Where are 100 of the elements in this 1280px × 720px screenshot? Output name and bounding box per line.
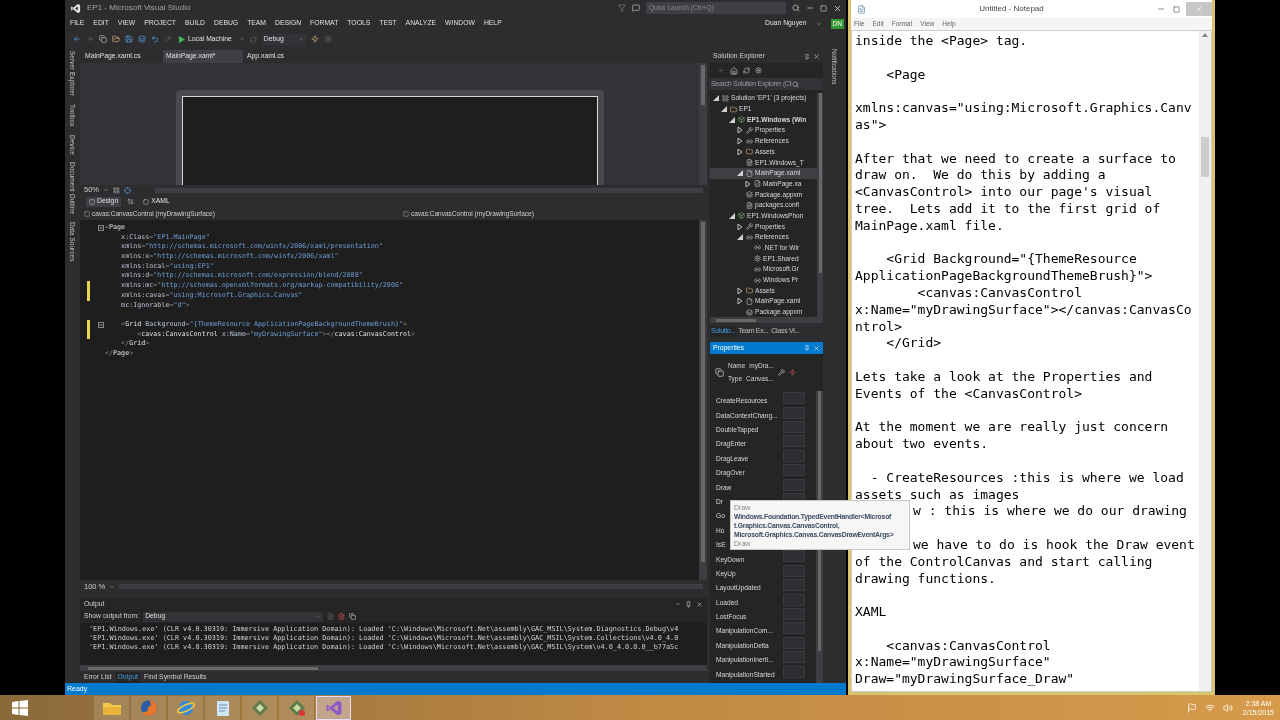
close-icon[interactable] — [813, 53, 820, 60]
event-handler-field[interactable] — [783, 579, 805, 592]
code-file-icon — [754, 180, 761, 188]
snap-icon[interactable] — [124, 186, 131, 194]
caret-icon[interactable] — [675, 601, 681, 607]
event-handler-field[interactable] — [783, 392, 805, 405]
taskbar-button[interactable] — [242, 695, 277, 720]
refresh-icon[interactable] — [249, 35, 257, 43]
event-handler-field[interactable] — [783, 622, 805, 635]
scrollbar-thumb[interactable] — [88, 666, 318, 670]
feedback-icon[interactable] — [632, 4, 640, 12]
event-handler-field[interactable] — [783, 636, 805, 649]
taskbar-button[interactable] — [94, 695, 129, 720]
caret-icon[interactable] — [297, 36, 304, 42]
toolbar-icon[interactable] — [327, 613, 335, 620]
event-handler-field[interactable] — [783, 665, 805, 678]
event-handler-field[interactable] — [783, 420, 805, 433]
back-icon[interactable] — [718, 67, 725, 74]
event-handler-field[interactable] — [783, 651, 805, 664]
text-line: about two events. — [855, 436, 989, 453]
network-icon[interactable] — [1204, 702, 1215, 713]
expanded-triangle-icon[interactable] — [737, 170, 743, 177]
word-wrap-icon[interactable] — [349, 613, 357, 620]
collapsed-triangle-icon[interactable] — [745, 180, 751, 187]
collapsed-triangle-icon[interactable] — [737, 127, 743, 134]
clear-all-icon[interactable] — [338, 613, 346, 620]
expanded-triangle-icon[interactable] — [721, 106, 727, 113]
close-icon[interactable] — [696, 600, 703, 608]
filter-icon[interactable] — [618, 4, 626, 12]
properties-icon[interactable] — [777, 369, 785, 376]
caret-icon[interactable] — [315, 613, 322, 620]
text-line: - CreateResources :this is where we load — [869, 469, 1184, 487]
event-handler-field[interactable] — [783, 449, 805, 462]
scrollbar-thumb[interactable] — [818, 93, 822, 273]
pin-icon[interactable] — [804, 53, 810, 60]
scroll-up-icon[interactable] — [1202, 33, 1208, 37]
sync-icon[interactable] — [743, 67, 750, 74]
pin-icon[interactable] — [685, 600, 692, 608]
back-icon[interactable] — [73, 35, 81, 43]
text-line: XAML — [855, 604, 887, 621]
taskbar-button[interactable] — [316, 695, 351, 720]
maximize-icon[interactable] — [1173, 5, 1180, 13]
caret-icon[interactable] — [238, 36, 245, 42]
event-handler-field[interactable] — [783, 478, 805, 491]
scrollbar-thumb[interactable] — [701, 65, 705, 105]
open-folder-icon[interactable] — [112, 35, 120, 43]
folder-icon — [730, 105, 737, 113]
scrollbar-thumb[interactable] — [1201, 137, 1209, 177]
collapsed-triangle-icon[interactable] — [737, 148, 743, 155]
collapsed-triangle-icon[interactable] — [737, 287, 743, 294]
collapsed-triangle-icon[interactable] — [737, 223, 743, 230]
pin-icon[interactable] — [804, 345, 810, 351]
volume-icon[interactable] — [1222, 702, 1233, 713]
flag-icon[interactable] — [1186, 702, 1197, 713]
collapse-icon[interactable] — [97, 224, 104, 231]
grid-icon[interactable] — [113, 186, 120, 194]
save-all-icon[interactable] — [138, 35, 146, 43]
collapsed-triangle-icon[interactable] — [737, 138, 743, 145]
taskbar-button[interactable] — [279, 695, 314, 720]
event-handler-field[interactable] — [783, 406, 805, 419]
event-handler-field[interactable] — [783, 464, 805, 477]
close-icon[interactable] — [833, 3, 842, 13]
project-icon — [738, 212, 745, 220]
save-icon[interactable] — [125, 35, 133, 43]
event-handler-field[interactable] — [783, 593, 805, 606]
scrollbar-thumb[interactable] — [716, 318, 756, 322]
collapsed-triangle-icon[interactable] — [737, 298, 743, 305]
caret-icon[interactable] — [103, 187, 109, 193]
toolbar-icon[interactable] — [310, 35, 319, 43]
taskbar-button[interactable] — [131, 695, 166, 720]
scrollbar-thumb[interactable] — [701, 222, 705, 562]
redo-icon[interactable] — [164, 35, 172, 43]
event-handler-field[interactable] — [783, 564, 805, 577]
toolbar-icon[interactable] — [323, 35, 332, 43]
minimize-icon[interactable] — [1157, 5, 1165, 13]
event-handler-field[interactable] — [783, 608, 805, 621]
settings-icon[interactable] — [755, 67, 762, 74]
caret-icon[interactable] — [109, 583, 116, 590]
home-icon[interactable] — [730, 66, 738, 75]
minimize-icon[interactable] — [806, 4, 814, 12]
collapse-icon[interactable] — [97, 321, 104, 328]
element-icon — [715, 368, 724, 377]
event-handler-field[interactable] — [783, 550, 805, 563]
caret-icon[interactable] — [815, 20, 822, 27]
taskbar-button[interactable] — [205, 695, 240, 720]
event-handler-field[interactable] — [783, 435, 805, 448]
expanded-triangle-icon[interactable] — [737, 234, 743, 241]
events-icon[interactable] — [788, 369, 796, 376]
expanded-triangle-icon[interactable] — [713, 95, 719, 102]
expanded-triangle-icon[interactable] — [729, 116, 735, 123]
forward-icon[interactable] — [86, 35, 94, 43]
text-line: inside the <Page> tag. — [855, 33, 1028, 50]
search-icon[interactable] — [792, 4, 800, 12]
new-project-icon[interactable] — [99, 35, 107, 43]
taskbar-button[interactable] — [168, 695, 203, 720]
undo-icon[interactable] — [151, 35, 159, 43]
text-line: xmlns:canvas="using:Microsoft.Graphics.Canv — [855, 100, 1192, 117]
references-icon — [746, 137, 753, 145]
expanded-triangle-icon[interactable] — [729, 212, 735, 219]
swap-icon[interactable] — [127, 198, 135, 205]
